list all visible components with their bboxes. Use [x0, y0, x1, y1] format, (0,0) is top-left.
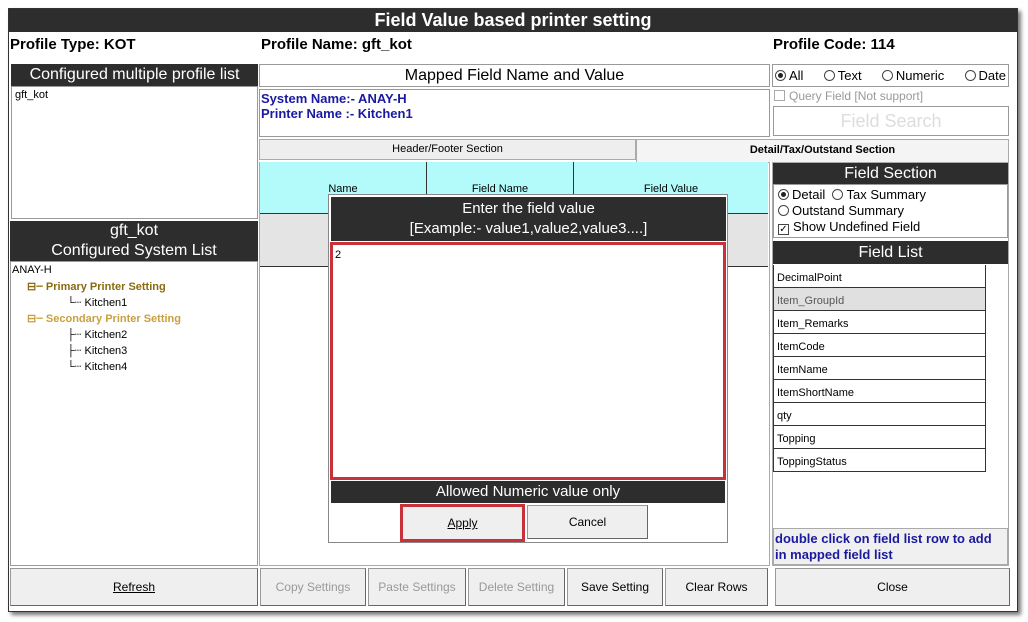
field-list-row[interactable]: ItemName — [774, 357, 985, 380]
tree-secondary[interactable]: ⊟┈ Secondary Printer Setting — [27, 312, 181, 325]
system-tree[interactable]: ANAY-H ⊟┈ Primary Printer Setting └┈ Kit… — [10, 261, 258, 566]
profile-list-item[interactable]: gft_kot — [15, 89, 254, 101]
field-list-note: double click on field list row to add in… — [773, 528, 1008, 565]
field-search-input[interactable]: Field Search — [773, 106, 1009, 136]
printer-name: Printer Name :- Kitchen1 — [261, 106, 413, 121]
field-section-options: Detail Tax Summary Outstand Summary ✓ Sho… — [773, 184, 1008, 238]
field-value-textarea[interactable]: 2 — [330, 242, 726, 480]
query-field-checkbox[interactable]: Query Field [Not support] — [774, 89, 923, 103]
tab-header-footer[interactable]: Header/Footer Section — [259, 139, 636, 160]
profile-code: Profile Code: 114 — [773, 36, 895, 53]
field-list-row[interactable]: Item_GroupId — [774, 288, 985, 311]
profile-list-title: Configured multiple profile list — [11, 64, 258, 86]
filter-label: All — [789, 68, 804, 83]
copy-settings-button[interactable]: Copy Settings — [260, 568, 366, 606]
system-list-title: gft_kot Configured System List — [10, 221, 258, 261]
apply-button[interactable]: Apply — [400, 504, 525, 542]
field-list-row[interactable]: ItemShortName — [774, 380, 985, 403]
checkbox-icon[interactable] — [774, 90, 785, 101]
filter-label: Date — [978, 68, 1006, 83]
field-list-row[interactable]: Topping — [774, 426, 985, 449]
dialog-title: Enter the field value [Example:- value1,… — [331, 197, 726, 241]
tree-item-kitchen2[interactable]: ├┈ Kitchen2 — [67, 328, 127, 341]
collapse-icon[interactable]: ⊟┈ — [27, 281, 43, 293]
dialog-title-line2: [Example:- value1,value2,value3....] — [409, 220, 648, 237]
section-tax-summary[interactable]: Tax Summary — [832, 187, 926, 202]
radio-icon[interactable] — [881, 70, 893, 81]
tree-item-label: Kitchen2 — [84, 329, 128, 341]
section-label: Outstand Summary — [792, 203, 904, 218]
filter-all[interactable]: All — [775, 68, 803, 83]
system-title-label: Configured System List — [51, 242, 217, 259]
field-list: DecimalPoint Item_GroupId Item_Remarks I… — [773, 265, 986, 472]
system-title-profile: gft_kot — [109, 222, 159, 239]
show-undefined-label: Show Undefined Field — [793, 219, 921, 234]
tree-item-label: Kitchen3 — [84, 345, 128, 357]
filter-label: Text — [837, 68, 862, 83]
delete-label: Delete Setting — [478, 580, 555, 594]
filter-text[interactable]: Text — [823, 68, 862, 83]
system-name: System Name:- ANAY-H — [261, 91, 407, 106]
mapped-info: System Name:- ANAY-H Printer Name :- Kit… — [259, 89, 770, 137]
tree-item-label: Kitchen4 — [84, 361, 128, 373]
section-outstand-summary[interactable]: Outstand Summary — [778, 203, 1003, 219]
radio-icon[interactable] — [964, 70, 976, 81]
cancel-button[interactable]: Cancel — [527, 505, 648, 539]
save-setting-button[interactable]: Save Setting — [567, 568, 663, 606]
field-list-row[interactable]: qty — [774, 403, 985, 426]
checkmark-icon[interactable]: ✓ — [778, 224, 789, 235]
query-field-label: Query Field [Not support] — [789, 89, 924, 103]
dialog-title-line1: Enter the field value — [462, 200, 595, 217]
close-label: Close — [877, 580, 908, 594]
section-label: Tax Summary — [846, 187, 926, 202]
filter-label: Numeric — [895, 68, 945, 83]
radio-icon[interactable] — [778, 205, 789, 216]
filter-date[interactable]: Date — [964, 68, 1006, 83]
section-detail[interactable]: Detail — [778, 187, 825, 202]
delete-setting-button[interactable]: Delete Setting — [468, 568, 565, 606]
tree-item-kitchen3[interactable]: ├┈ Kitchen3 — [67, 344, 127, 357]
profile-name: Profile Name: gft_kot — [261, 36, 412, 53]
copy-label: Copy Settings — [275, 580, 351, 594]
mapped-title: Mapped Field Name and Value — [259, 64, 770, 87]
field-list-row[interactable]: ItemCode — [774, 334, 985, 357]
radio-icon[interactable] — [778, 189, 789, 200]
refresh-button[interactable]: Refresh — [10, 568, 258, 606]
dialog-footer: Allowed Numeric value only — [331, 481, 725, 503]
clear-label: Clear Rows — [685, 580, 748, 594]
collapse-icon[interactable]: ⊟┈ — [27, 313, 43, 325]
window-title: Field Value based printer setting — [9, 9, 1017, 32]
close-button[interactable]: Close — [775, 568, 1010, 606]
clear-rows-button[interactable]: Clear Rows — [665, 568, 768, 606]
tab-detail-tax-outstand[interactable]: Detail/Tax/Outstand Section — [636, 139, 1009, 162]
paste-settings-button[interactable]: Paste Settings — [368, 568, 466, 606]
show-undefined-checkbox[interactable]: ✓ Show Undefined Field — [778, 219, 1003, 235]
filter-numeric[interactable]: Numeric — [881, 68, 945, 83]
refresh-label: Refresh — [112, 580, 156, 594]
tree-item-kitchen1[interactable]: └┈ Kitchen1 — [67, 296, 127, 309]
tree-item-label: Kitchen1 — [84, 297, 128, 309]
profile-type: Profile Type: KOT — [10, 36, 136, 53]
field-list-title: Field List — [773, 241, 1008, 264]
field-list-row[interactable]: Item_Remarks — [774, 311, 985, 334]
tree-secondary-label: Secondary Printer Setting — [45, 313, 181, 325]
profile-list[interactable]: gft_kot — [11, 86, 258, 219]
radio-icon[interactable] — [823, 70, 835, 81]
field-list-row[interactable]: ToppingStatus — [774, 449, 985, 472]
save-label: Save Setting — [580, 580, 650, 594]
radio-icon[interactable] — [775, 70, 786, 81]
tree-primary[interactable]: ⊟┈ Primary Printer Setting — [27, 280, 166, 293]
section-label: Detail — [792, 187, 826, 202]
paste-label: Paste Settings — [378, 580, 456, 594]
cancel-label: Cancel — [568, 515, 607, 529]
tree-primary-label: Primary Printer Setting — [45, 281, 166, 293]
apply-label: Apply — [447, 516, 478, 530]
radio-icon[interactable] — [832, 189, 844, 200]
field-section-title: Field Section — [773, 163, 1008, 184]
field-list-row[interactable]: DecimalPoint — [774, 265, 985, 288]
tree-item-kitchen4[interactable]: └┈ Kitchen4 — [67, 360, 127, 373]
field-type-filter: All Text Numeric Date — [772, 64, 1009, 87]
tree-root[interactable]: ANAY-H — [12, 264, 52, 276]
